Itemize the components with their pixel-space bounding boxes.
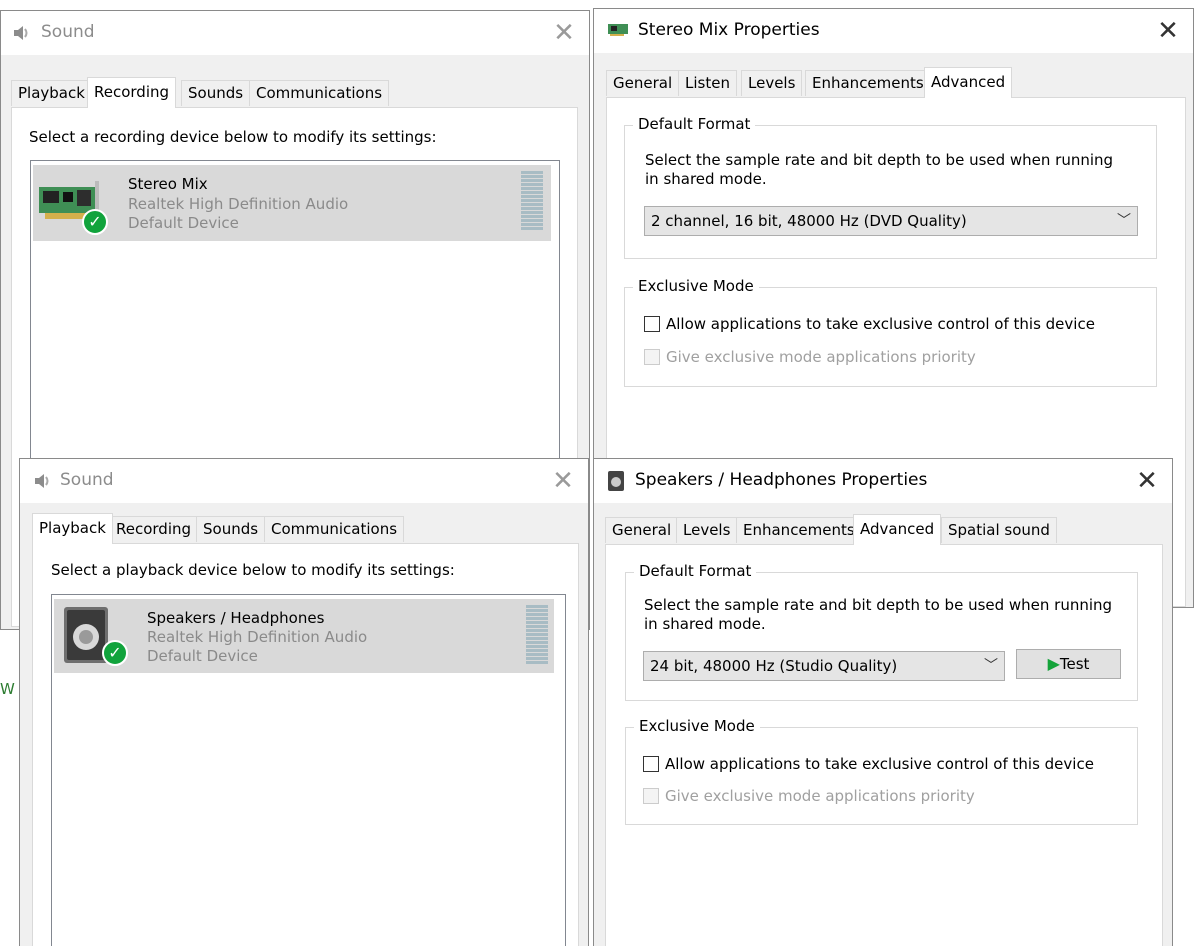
chevron-down-icon: ﹀: [1117, 213, 1131, 229]
window-title: Speakers / Headphones Properties: [635, 470, 928, 490]
level-meter: [521, 171, 543, 231]
tab-enhancements[interactable]: Enhancements: [736, 517, 862, 543]
play-icon: ▶: [1047, 654, 1060, 673]
exclusive-priority-checkbox: Give exclusive mode applications priorit…: [644, 348, 976, 366]
tab-levels[interactable]: Levels: [676, 517, 738, 543]
background-text-fragment: W: [0, 680, 15, 698]
list-item-speakers[interactable]: ✓ Speakers / Headphones Realtek High Def…: [54, 599, 554, 673]
speakers-properties-window: Speakers / Headphones Properties ✕ Gener…: [593, 458, 1173, 946]
title-bar[interactable]: Stereo Mix Properties ✕: [594, 9, 1193, 53]
speaker-app-icon: [11, 23, 31, 43]
speaker-app-icon: [32, 471, 52, 491]
allow-exclusive-label: Allow applications to take exclusive con…: [666, 315, 1095, 333]
default-format-group: Default Format Select the sample rate an…: [624, 115, 1157, 259]
device-prompt: Select a recording device below to modif…: [29, 128, 437, 146]
level-meter: [526, 605, 548, 665]
exclusive-mode-legend: Exclusive Mode: [634, 717, 760, 735]
tab-sounds[interactable]: Sounds: [181, 80, 251, 106]
checkbox-box[interactable]: [644, 316, 660, 332]
sound-card-app-icon: [608, 21, 628, 41]
close-icon[interactable]: ✕: [546, 465, 580, 497]
device-driver: Realtek High Definition Audio: [128, 195, 349, 213]
default-device-check-icon: ✓: [82, 209, 108, 235]
test-button-label: Test: [1059, 655, 1090, 673]
device-list[interactable]: ✓ Speakers / Headphones Realtek High Def…: [51, 594, 566, 946]
allow-exclusive-label: Allow applications to take exclusive con…: [665, 755, 1094, 773]
tab-panel: Default Format Select the sample rate an…: [605, 544, 1163, 946]
exclusive-priority-label: Give exclusive mode applications priorit…: [665, 787, 975, 805]
exclusive-priority-checkbox: Give exclusive mode applications priorit…: [643, 787, 975, 805]
format-dropdown[interactable]: 2 channel, 16 bit, 48000 Hz (DVD Quality…: [644, 206, 1138, 236]
tab-general[interactable]: General: [606, 70, 680, 96]
title-bar[interactable]: Speakers / Headphones Properties ✕: [594, 459, 1172, 503]
tab-playback[interactable]: Playback: [11, 80, 92, 106]
format-description-line2: in shared mode.: [644, 615, 766, 633]
chevron-down-icon: ﹀: [984, 658, 998, 674]
default-format-group: Default Format Select the sample rate an…: [625, 562, 1138, 701]
format-description-line1: Select the sample rate and bit depth to …: [644, 596, 1113, 614]
device-status: Default Device: [128, 214, 239, 232]
tab-levels[interactable]: Levels: [741, 70, 803, 96]
tab-recording[interactable]: Recording: [87, 77, 177, 108]
window-title: Sound: [60, 470, 114, 490]
speaker-app-icon: [608, 471, 628, 491]
tab-playback[interactable]: Playback: [32, 513, 113, 544]
default-format-legend: Default Format: [633, 115, 756, 133]
device-status: Default Device: [147, 647, 258, 665]
device-driver: Realtek High Definition Audio: [147, 628, 368, 646]
tab-advanced[interactable]: Advanced: [924, 67, 1013, 98]
device-name: Speakers / Headphones: [147, 609, 325, 627]
list-item-stereo-mix[interactable]: ✓ Stereo Mix Realtek High Definition Aud…: [33, 165, 551, 241]
sound-playback-window: Sound ✕ Playback Recording Sounds Commun…: [19, 458, 589, 946]
tab-strip: Playback Recording Sounds Communications: [1, 77, 589, 108]
default-format-legend: Default Format: [634, 562, 757, 580]
window-title: Sound: [41, 22, 95, 42]
tab-general[interactable]: General: [605, 517, 679, 543]
format-description-line2: in shared mode.: [645, 170, 767, 188]
tab-sounds[interactable]: Sounds: [196, 516, 266, 542]
allow-exclusive-checkbox[interactable]: Allow applications to take exclusive con…: [644, 315, 1095, 333]
tab-panel: Select a playback device below to modify…: [32, 543, 579, 946]
tab-strip: General Listen Levels Enhancements Advan…: [594, 67, 1193, 98]
tab-communications[interactable]: Communications: [264, 516, 405, 542]
checkbox-box[interactable]: [643, 756, 659, 772]
exclusive-mode-group: Exclusive Mode Allow applications to tak…: [624, 277, 1157, 387]
exclusive-mode-group: Exclusive Mode Allow applications to tak…: [625, 717, 1138, 825]
device-prompt: Select a playback device below to modify…: [51, 561, 455, 579]
title-bar[interactable]: Sound ✕: [20, 459, 588, 503]
close-icon[interactable]: ✕: [1130, 465, 1164, 497]
tab-listen[interactable]: Listen: [678, 70, 737, 96]
window-title: Stereo Mix Properties: [638, 20, 820, 40]
tab-spatial-sound[interactable]: Spatial sound: [941, 517, 1057, 543]
title-bar[interactable]: Sound ✕: [1, 11, 589, 55]
tab-enhancements[interactable]: Enhancements: [805, 70, 931, 96]
tab-advanced[interactable]: Advanced: [853, 514, 942, 545]
tab-recording[interactable]: Recording: [109, 516, 199, 542]
device-name: Stereo Mix: [128, 175, 208, 193]
tab-communications[interactable]: Communications: [249, 80, 390, 106]
format-selected-value: 2 channel, 16 bit, 48000 Hz (DVD Quality…: [651, 212, 967, 230]
default-device-check-icon: ✓: [102, 640, 128, 666]
checkbox-box: [643, 788, 659, 804]
exclusive-mode-legend: Exclusive Mode: [633, 277, 759, 295]
exclusive-priority-label: Give exclusive mode applications priorit…: [666, 348, 976, 366]
close-icon[interactable]: ✕: [1151, 15, 1185, 47]
checkbox-box: [644, 349, 660, 365]
test-button[interactable]: ▶Test: [1016, 649, 1121, 679]
format-description-line1: Select the sample rate and bit depth to …: [645, 151, 1114, 169]
allow-exclusive-checkbox[interactable]: Allow applications to take exclusive con…: [643, 755, 1094, 773]
format-dropdown[interactable]: 24 bit, 48000 Hz (Studio Quality) ﹀: [643, 651, 1005, 681]
close-icon[interactable]: ✕: [547, 17, 581, 49]
format-selected-value: 24 bit, 48000 Hz (Studio Quality): [650, 657, 898, 675]
tab-strip: Playback Recording Sounds Communications: [20, 513, 588, 544]
tab-strip: General Levels Enhancements Advanced Spa…: [594, 514, 1172, 545]
